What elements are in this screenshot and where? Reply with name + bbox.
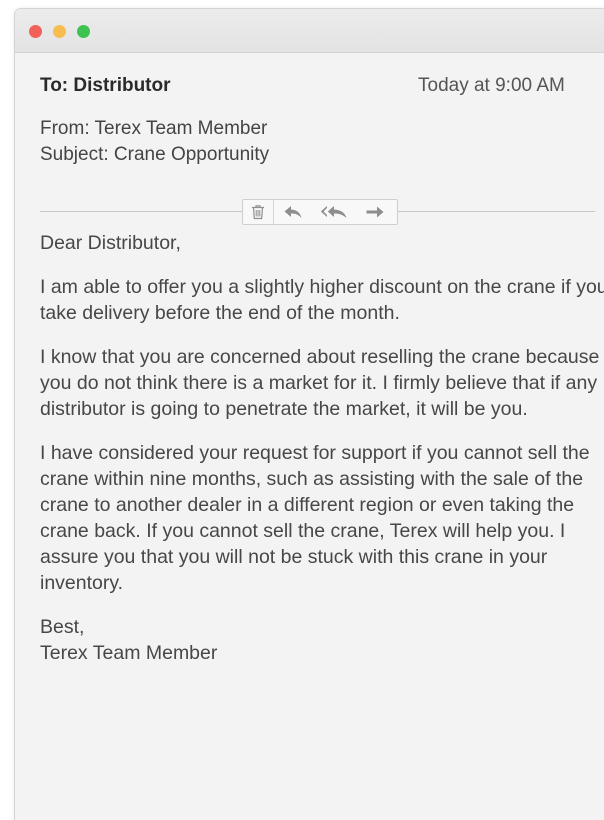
minimize-window-button[interactable] — [53, 25, 66, 38]
signature-text: Terex Team Member — [40, 642, 218, 664]
message-paragraph: I have considered your request for suppo… — [40, 442, 590, 594]
message-closing: Best, Terex Team Member — [40, 614, 604, 666]
forward-icon — [366, 206, 384, 218]
to-recipient: To: Distributor — [40, 75, 171, 96]
forward-button[interactable] — [356, 200, 394, 224]
reply-all-icon — [320, 206, 347, 218]
title-bar — [15, 9, 604, 53]
message-subject: Subject: Crane Opportunity — [40, 144, 270, 165]
mail-window: To: Distributor Today at 9:00 AM From: T… — [14, 8, 604, 820]
message-date: Today at 9:00 AM — [418, 75, 565, 96]
message-toolbar — [242, 199, 398, 225]
reply-icon — [284, 206, 302, 218]
message-body: Dear Distributor, I am able to offer you… — [40, 230, 604, 666]
message-greeting: Dear Distributor, — [40, 232, 181, 254]
message-paragraph: I am able to offer you a slightly higher… — [40, 276, 604, 324]
message-paragraph: I know that you are concerned about rese… — [40, 346, 600, 420]
maximize-window-button[interactable] — [77, 25, 90, 38]
reply-button[interactable] — [274, 200, 312, 224]
trash-icon — [252, 205, 264, 220]
delete-button[interactable] — [243, 200, 274, 224]
close-window-button[interactable] — [29, 25, 42, 38]
message-view: To: Distributor Today at 9:00 AM From: T… — [15, 53, 604, 820]
from-sender: From: Terex Team Member — [40, 118, 268, 139]
closing-text: Best, — [40, 616, 85, 638]
page: To: Distributor Today at 9:00 AM From: T… — [0, 0, 604, 820]
reply-all-button[interactable] — [312, 200, 356, 224]
